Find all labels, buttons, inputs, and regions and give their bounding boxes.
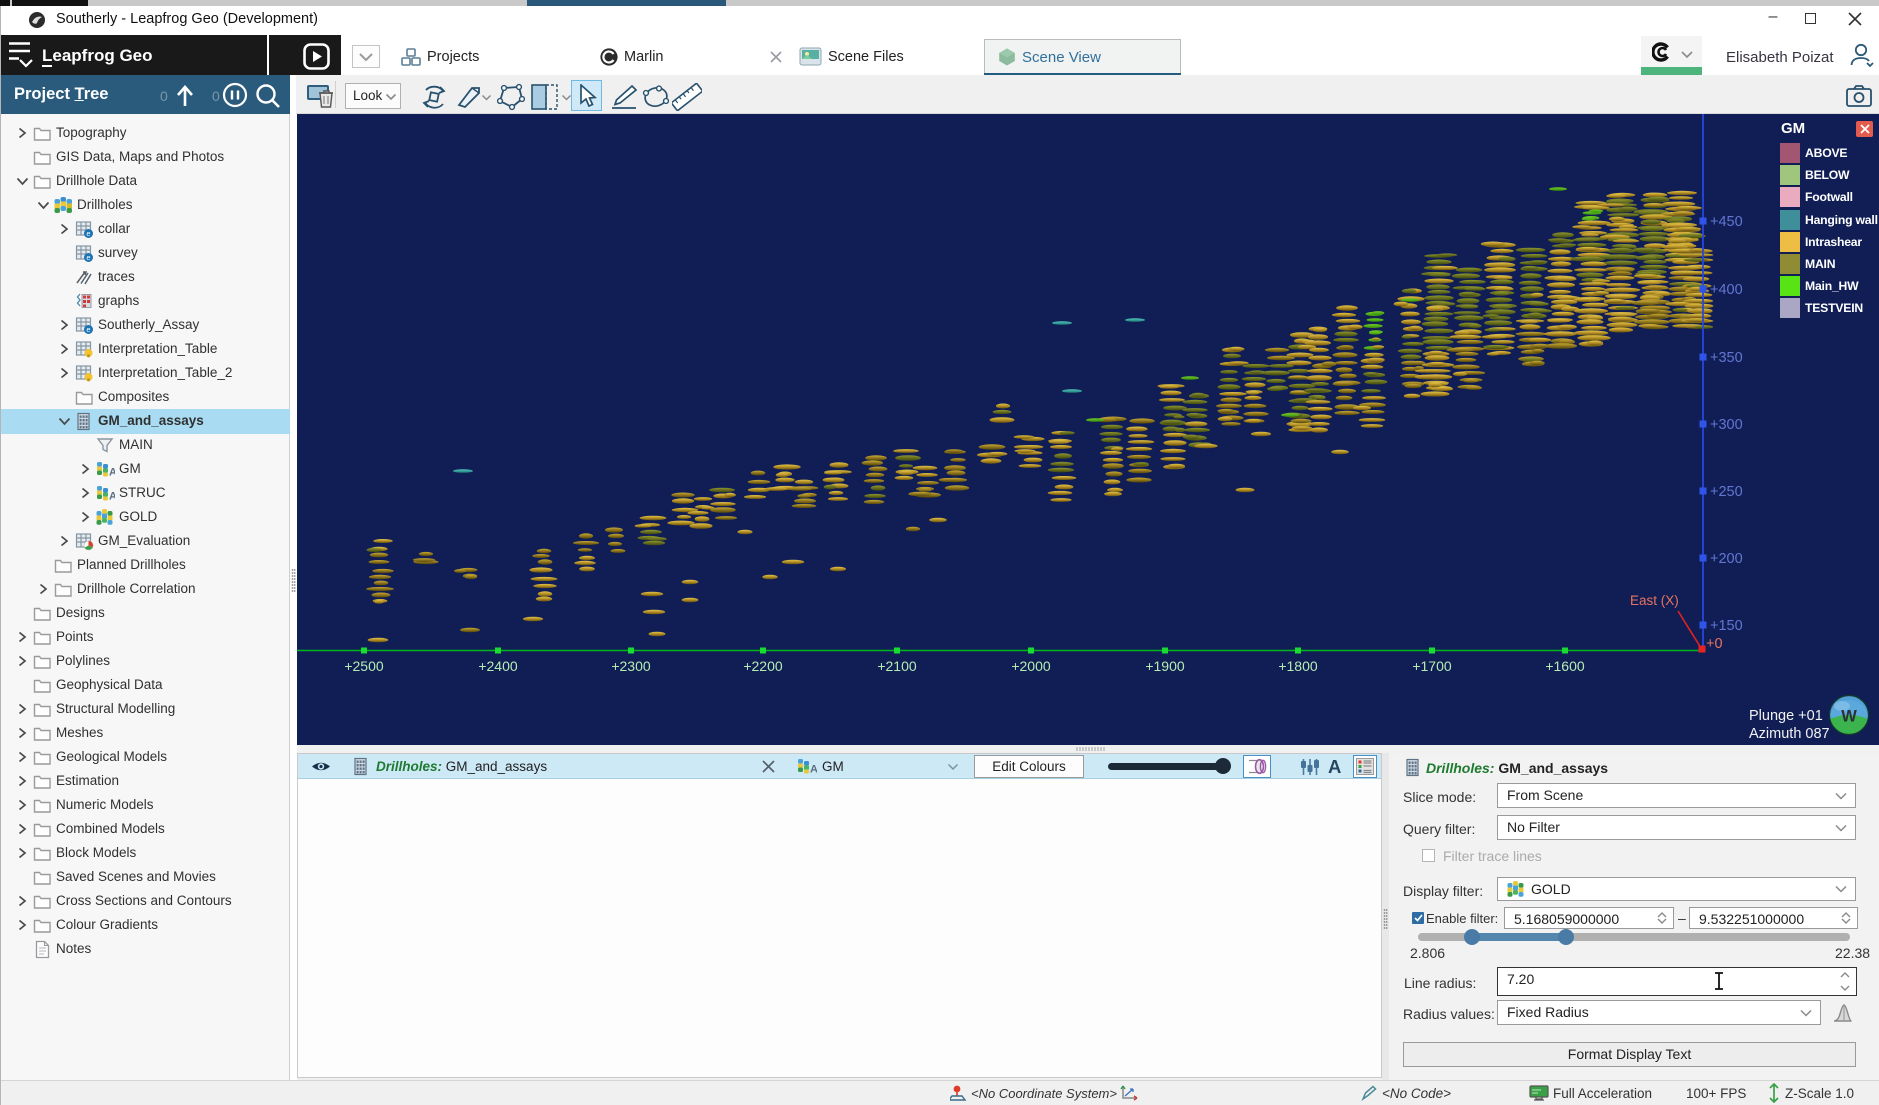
svg-text:+1600: +1600: [1545, 658, 1585, 674]
svg-text:+2500: +2500: [344, 658, 384, 674]
svg-text:+450: +450: [1710, 214, 1743, 230]
svg-text:+2400: +2400: [478, 658, 518, 674]
svg-text:+200: +200: [1710, 551, 1743, 567]
svg-text:+1700: +1700: [1412, 658, 1452, 674]
svg-text:+400: +400: [1710, 282, 1743, 298]
svg-text:+250: +250: [1710, 484, 1743, 500]
svg-text:+1800: +1800: [1278, 658, 1318, 674]
svg-text:+2000: +2000: [1011, 658, 1051, 674]
svg-text:+300: +300: [1710, 417, 1743, 433]
svg-text:A: A: [810, 764, 817, 776]
svg-text:+2100: +2100: [877, 658, 917, 674]
svg-text:+1900: +1900: [1145, 658, 1185, 674]
svg-text:+350: +350: [1710, 350, 1743, 366]
svg-text:e: e: [86, 253, 90, 262]
svg-text:e: e: [86, 325, 90, 334]
svg-text:East (X): East (X): [1630, 593, 1679, 608]
svg-text:+150: +150: [1710, 618, 1743, 634]
svg-text:e: e: [86, 229, 90, 238]
svg-text:+2200: +2200: [743, 658, 783, 674]
svg-text:Plunge +01: Plunge +01: [1749, 708, 1823, 724]
svg-text:A: A: [109, 467, 115, 479]
svg-text:+0: +0: [1706, 636, 1723, 652]
svg-text:+2300: +2300: [611, 658, 651, 674]
svg-text:W: W: [1841, 708, 1857, 726]
svg-text:Azimuth 087: Azimuth 087: [1749, 726, 1830, 742]
svg-text:A: A: [109, 491, 115, 503]
